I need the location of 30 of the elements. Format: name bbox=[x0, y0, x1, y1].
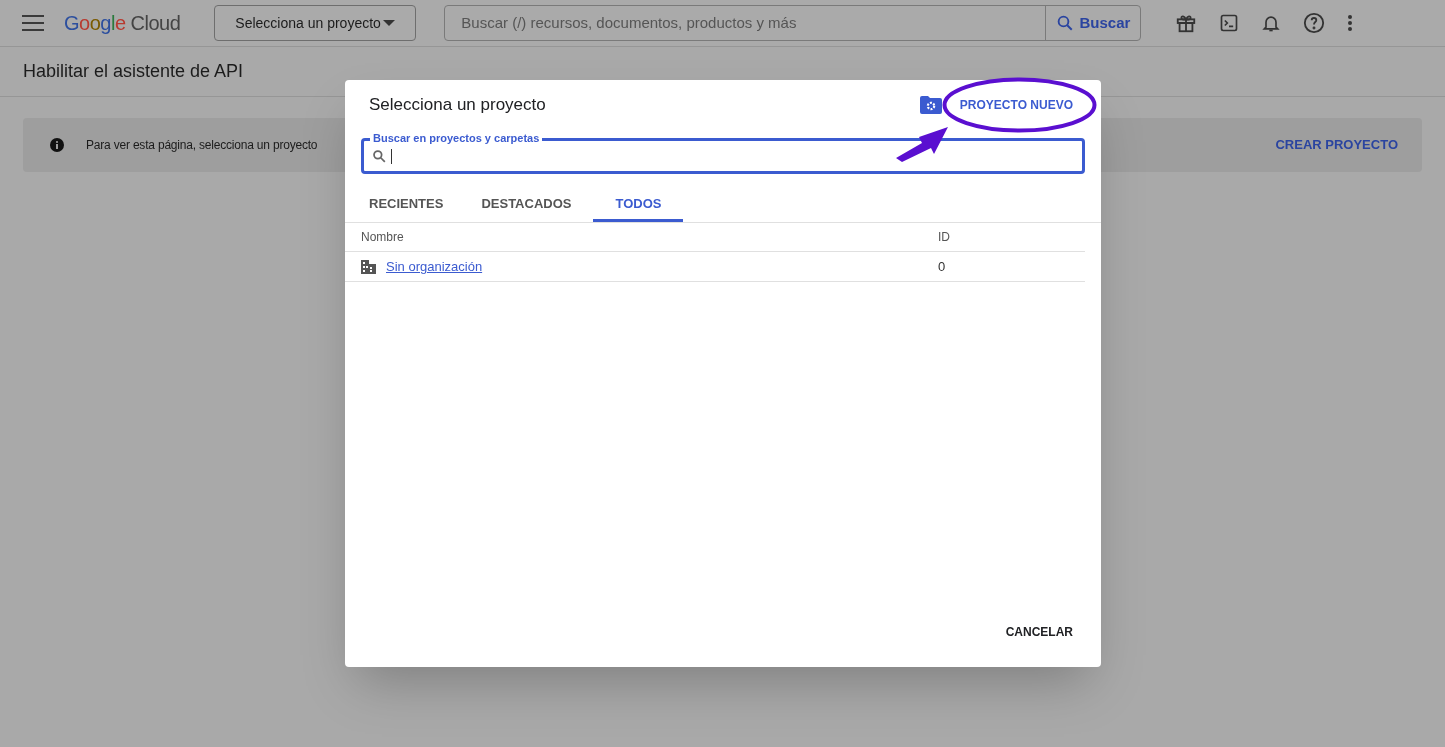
folder-settings-icon[interactable] bbox=[919, 96, 942, 114]
column-header: ID bbox=[938, 229, 950, 246]
text-cursor bbox=[391, 148, 392, 164]
logo: Google Cloud bbox=[64, 11, 181, 36]
tab[interactable]: RECIENTES bbox=[353, 188, 460, 222]
search-input[interactable]: Buscar (/) recursos, documentos, productos y más bbox=[445, 11, 1046, 35]
search-button[interactable]: Buscar bbox=[1045, 6, 1141, 40]
dropdown-icon bbox=[383, 20, 396, 26]
menu-icon[interactable] bbox=[22, 15, 44, 31]
cancel-button[interactable]: CANCELAR bbox=[1005, 623, 1073, 641]
banner-text: Para ver esta página, selecciona un proyecto bbox=[86, 137, 318, 154]
tab[interactable]: TODOS bbox=[593, 188, 684, 222]
column-header: Nombre bbox=[360, 229, 405, 246]
tab[interactable]: DESTACADOS bbox=[465, 188, 588, 222]
table-cell-text: 0 bbox=[938, 257, 946, 276]
more-icon[interactable] bbox=[1347, 15, 1354, 31]
create-project-link[interactable]: CREAR PROYECTO bbox=[1275, 135, 1398, 155]
dialog-title: Selecciona un proyecto bbox=[369, 94, 546, 117]
organization-link[interactable]: Sin organización bbox=[386, 256, 483, 277]
search-icon bbox=[372, 149, 386, 163]
info-icon bbox=[50, 138, 64, 152]
search-icon bbox=[1056, 14, 1075, 32]
building-icon bbox=[361, 259, 376, 274]
project-picker[interactable]: Selecciona un proyecto bbox=[214, 5, 417, 41]
field-label: Buscar en proyectos y carpetas bbox=[370, 131, 543, 145]
terminal-icon[interactable] bbox=[1219, 13, 1240, 33]
gift-icon[interactable] bbox=[1175, 12, 1198, 34]
search-bar[interactable]: Buscar (/) recursos, documentos, productos y más Buscar bbox=[444, 5, 1142, 41]
page-title: Habilitar el asistente de API bbox=[23, 60, 244, 83]
help-icon[interactable] bbox=[1303, 12, 1326, 34]
